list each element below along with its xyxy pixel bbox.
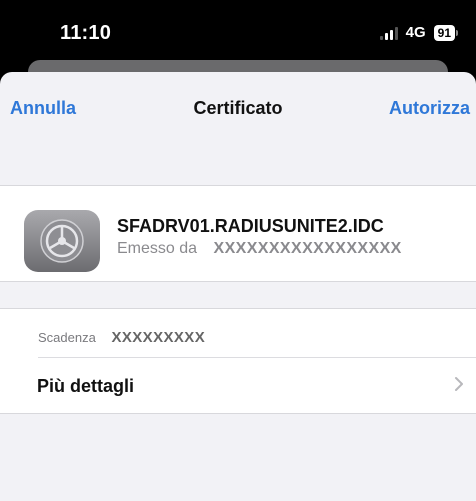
settings-gear-icon xyxy=(24,210,100,272)
battery-icon: 91 xyxy=(433,24,458,41)
status-time: 11:10 xyxy=(60,22,112,44)
chevron-right-icon xyxy=(455,377,463,391)
issued-by-value: XXXXXXXXXXXXXXXXX xyxy=(213,240,402,257)
certificate-sheet: Annulla Certificato Autorizza SFADRV01.R… xyxy=(0,72,476,501)
certificate-card: SFADRV01.RADIUSUNITE2.IDC Emesso da XXXX… xyxy=(0,185,476,282)
more-details-label: Più dettagli xyxy=(37,376,135,396)
signal-strength-icon xyxy=(379,26,398,40)
certificate-issuer: Emesso da XXXXXXXXXXXXXXXXX xyxy=(117,240,402,258)
network-type: 4G xyxy=(405,24,426,41)
expiry-row: Scadenza XXXXXXXXX xyxy=(38,329,205,346)
certificate-name: SFADRV01.RADIUSUNITE2.IDC xyxy=(117,216,384,236)
more-details-row[interactable]: Più dettagli xyxy=(0,358,476,413)
battery-level: 91 xyxy=(433,24,455,41)
status-indicators: 4G 91 xyxy=(379,24,458,41)
navigation-bar: Annulla Certificato Autorizza xyxy=(0,72,476,142)
expiry-label: Scadenza xyxy=(38,330,96,345)
authorize-button[interactable]: Autorizza xyxy=(389,98,470,119)
expiry-value: XXXXXXXXX xyxy=(111,329,206,346)
details-card: Scadenza XXXXXXXXX Più dettagli xyxy=(0,308,476,414)
issued-by-label: Emesso da xyxy=(117,240,198,257)
